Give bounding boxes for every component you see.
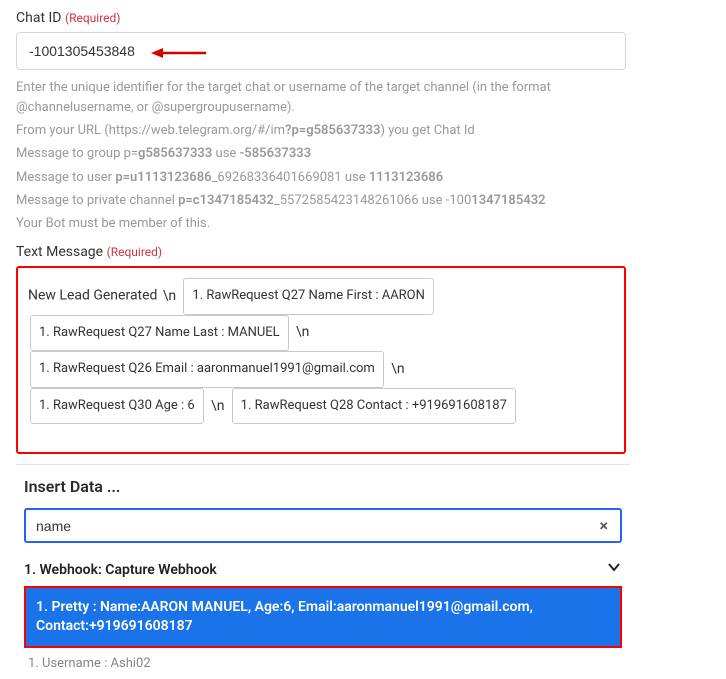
newline-token: \n <box>296 324 309 340</box>
tm-prefix-text: New Lead Generated <box>28 288 157 304</box>
webhook-section-title: 1. Webhook: Capture Webhook <box>24 562 217 578</box>
webhook-section-header[interactable]: 1. Webhook: Capture Webhook <box>16 553 630 586</box>
newline-token: \n <box>163 288 176 304</box>
data-pill-name-last[interactable]: 1. RawRequest Q27 Name Last : MANUEL <box>30 315 289 352</box>
insert-data-title: Insert Data ... <box>16 473 630 504</box>
text-message-label: Text Message (Required) <box>16 244 710 260</box>
chat-id-label: Chat ID (Required) <box>16 10 710 26</box>
newline-token: \n <box>391 361 404 377</box>
insert-data-panel: Insert Data ... × 1. Webhook: Capture We… <box>16 464 630 671</box>
newline-token: \n <box>211 398 224 414</box>
insert-search-wrap[interactable]: × <box>24 508 622 543</box>
text-message-editor[interactable]: New Lead Generated \n 1. RawRequest Q27 … <box>16 266 626 454</box>
insert-results: 1. Pretty : Name:AARON MANUEL, Age:6, Em… <box>24 586 622 648</box>
data-pill-email[interactable]: 1. RawRequest Q26 Email : aaronmanuel199… <box>30 351 384 388</box>
insert-result-username[interactable]: 1. Username : Ashi02 <box>16 648 630 671</box>
insert-search-input[interactable] <box>34 517 596 535</box>
data-pill-contact[interactable]: 1. RawRequest Q28 Contact : +91969160818… <box>232 388 516 425</box>
data-pill-name-first[interactable]: 1. RawRequest Q27 Name First : AARON <box>183 278 434 315</box>
insert-result-pretty[interactable]: 1. Pretty : Name:AARON MANUEL, Age:6, Em… <box>26 588 620 646</box>
chat-id-help: Enter the unique identifier for the targ… <box>16 78 636 234</box>
data-pill-age[interactable]: 1. RawRequest Q30 Age : 6 <box>30 388 204 425</box>
chevron-down-icon <box>606 559 622 580</box>
chat-id-input[interactable] <box>16 32 626 70</box>
